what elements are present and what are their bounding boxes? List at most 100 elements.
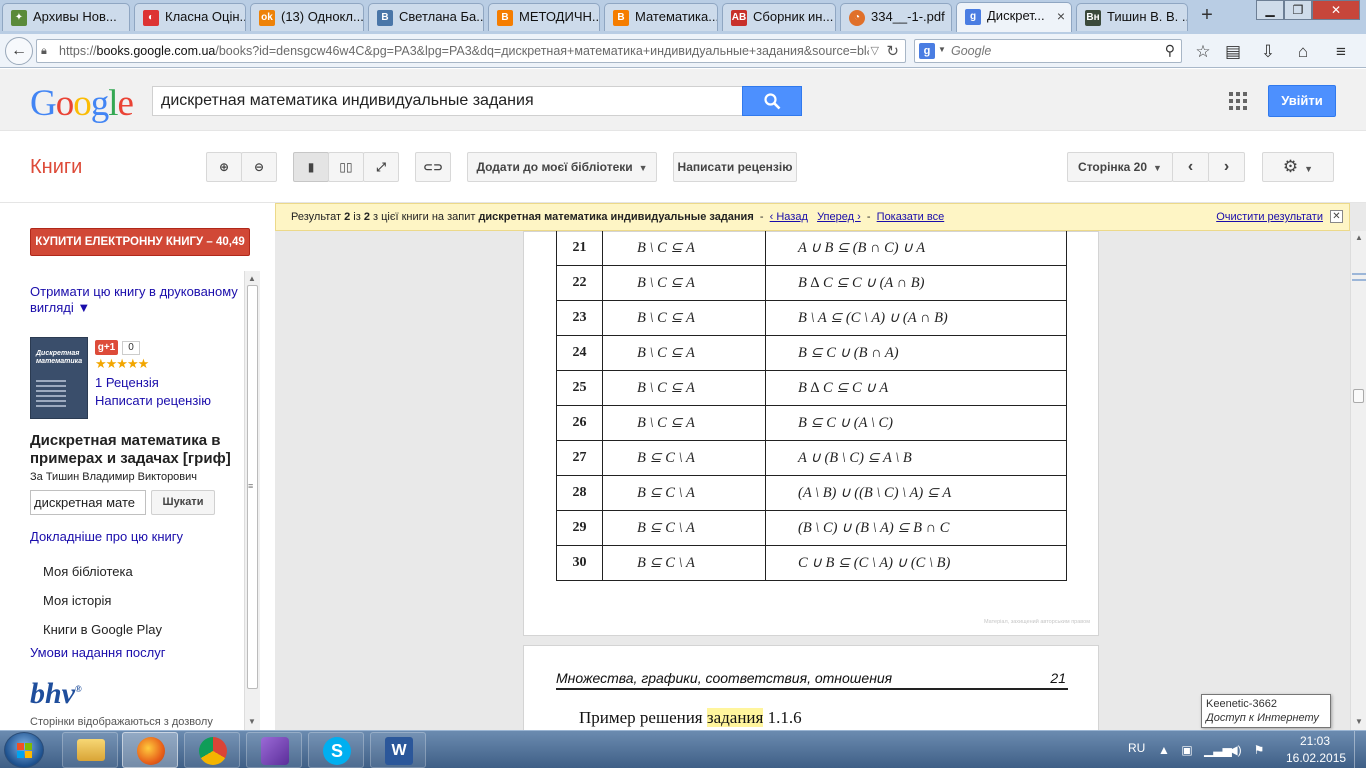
more-about-book-link[interactable]: Докладніше про цю книгу bbox=[30, 529, 183, 544]
restore-button[interactable]: ❐ bbox=[1284, 0, 1312, 20]
tab-metodich[interactable]: B МЕТОДИЧН... bbox=[488, 3, 600, 31]
dropdown-arrow-icon[interactable]: ▽ bbox=[871, 44, 879, 57]
new-tab-button[interactable]: + bbox=[1197, 4, 1217, 27]
tab-arkhivy[interactable]: ✦ Архивы Нов... bbox=[2, 3, 130, 31]
table-row: 28 B ⊆ C \ A (A \ B) ∪ ((B \ C) \ A) ⊆ A bbox=[556, 475, 1067, 511]
home-icon[interactable]: ⌂ bbox=[1292, 41, 1314, 63]
tab-sbornik[interactable]: AB Сборник ин... bbox=[722, 3, 836, 31]
show-hidden-icons-icon[interactable]: ▲ bbox=[1157, 743, 1171, 757]
reviews-link[interactable]: 1 Рецензія bbox=[95, 375, 159, 390]
next-page-button[interactable]: › bbox=[1208, 152, 1245, 182]
google-header: Google дискретная математика индивидуаль… bbox=[0, 69, 1366, 131]
apps-grid-icon[interactable] bbox=[1229, 92, 1247, 110]
start-button[interactable] bbox=[4, 732, 44, 768]
google-search-engine-icon[interactable]: g bbox=[919, 43, 935, 59]
tab-matematika[interactable]: B Математика... bbox=[604, 3, 718, 31]
google-logo[interactable]: Google bbox=[30, 82, 134, 125]
search-icon[interactable]: ⚲ bbox=[1165, 42, 1175, 59]
taskbar-skype[interactable]: S bbox=[308, 732, 364, 768]
next-result-link[interactable]: Уперед › bbox=[817, 211, 861, 223]
books-title[interactable]: Книги bbox=[30, 156, 82, 179]
scroll-down-arrow-icon[interactable]: ▼ bbox=[1355, 717, 1363, 726]
search-hit-marker bbox=[1352, 273, 1366, 281]
sidebar-scrollbar[interactable]: ▲ ≡ ▼ bbox=[244, 271, 260, 730]
google-play-books-link[interactable]: Книги в Google Play bbox=[43, 622, 162, 637]
tab-klasna[interactable]: ◐ Класна Оцін... bbox=[134, 3, 246, 31]
previous-page-button[interactable]: ‹ bbox=[1172, 152, 1209, 182]
reload-icon[interactable]: ↻ bbox=[886, 42, 899, 60]
network-signal-icon[interactable]: ▁▃▅ bbox=[1204, 743, 1232, 757]
page-select-button[interactable]: Сторінка 20 ▼ bbox=[1067, 152, 1173, 182]
tab-diskret-active[interactable]: g Дискрет... × bbox=[956, 2, 1072, 32]
viewer-scrollbar[interactable]: ▲ ▼ bbox=[1350, 231, 1366, 730]
bookmark-star-icon[interactable]: ☆ bbox=[1192, 41, 1214, 63]
zoom-in-button[interactable]: ⊕ bbox=[206, 152, 242, 182]
write-review-link[interactable]: Написати рецензію bbox=[95, 393, 211, 408]
show-desktop-button[interactable] bbox=[1354, 731, 1366, 768]
gplus-button[interactable]: g+1 bbox=[95, 340, 118, 355]
device-icon[interactable]: ▣ bbox=[1180, 743, 1194, 757]
single-page-view-button[interactable]: ▮ bbox=[293, 152, 329, 182]
scroll-down-arrow-icon[interactable]: ▼ bbox=[248, 717, 256, 726]
link-button[interactable]: ⊂⊃ bbox=[415, 152, 451, 182]
browser-search-box[interactable]: g ▼ Google ⚲ bbox=[914, 39, 1182, 63]
reading-list-icon[interactable]: ▤ bbox=[1222, 41, 1244, 63]
search-in-book-button[interactable]: Шукати bbox=[151, 490, 215, 515]
zoom-out-button[interactable]: ⊖ bbox=[241, 152, 277, 182]
signin-button[interactable]: Увійти bbox=[1268, 85, 1336, 117]
clock-time[interactable]: 21:03 bbox=[1300, 734, 1330, 748]
taskbar-visual-studio[interactable] bbox=[246, 732, 302, 768]
google-search-input[interactable]: дискретная математика индивидуальные зад… bbox=[152, 86, 744, 116]
my-library-link[interactable]: Моя бібліотека bbox=[43, 564, 133, 579]
single-page-icon: ▮ bbox=[307, 160, 315, 174]
clear-results-link[interactable]: Очистити результати bbox=[1216, 204, 1323, 230]
settings-button[interactable]: ⚙ ▼ bbox=[1262, 152, 1334, 182]
get-print-book-link[interactable]: Отримати цю книгу в друкованому вигляді … bbox=[30, 284, 242, 316]
browser-navbar: ← 🔒︎ https://books.google.com.ua/books?i… bbox=[0, 34, 1366, 68]
taskbar-explorer[interactable] bbox=[62, 732, 118, 768]
add-to-library-button[interactable]: Додати до моєї бібліотеки ▼ bbox=[467, 152, 657, 182]
minimize-button[interactable]: ▁ bbox=[1256, 0, 1284, 20]
tab-tishin[interactable]: Bн Тишин В. В. ... bbox=[1076, 3, 1188, 31]
volume-icon[interactable]: ◀) bbox=[1228, 743, 1242, 757]
scroll-up-arrow-icon[interactable]: ▲ bbox=[248, 274, 256, 283]
book-cover-image[interactable]: Дискретная математика bbox=[30, 337, 88, 419]
close-results-icon[interactable]: ✕ bbox=[1330, 210, 1343, 223]
copyright-notice: Матеріал, захищений авторським правом bbox=[984, 619, 1090, 625]
taskbar-word[interactable]: W bbox=[370, 732, 426, 768]
publisher-logo[interactable]: bhv® bbox=[30, 677, 82, 711]
two-page-view-button[interactable]: ▯▯ bbox=[328, 152, 364, 182]
buy-ebook-button[interactable]: КУПИТИ ЕЛЕКТРОННУ КНИГУ – 40,49 ₴ bbox=[30, 228, 250, 274]
row-number: 21 bbox=[556, 230, 603, 266]
tab-vk[interactable]: B Светлана Ба... bbox=[368, 3, 484, 31]
fullscreen-button[interactable]: ⤢ bbox=[363, 152, 399, 182]
address-bar[interactable]: 🔒︎ https://books.google.com.ua/books?id=… bbox=[36, 39, 906, 63]
taskbar-chrome[interactable] bbox=[184, 732, 240, 768]
write-review-button[interactable]: Написати рецензію bbox=[673, 152, 797, 182]
google-search-button[interactable] bbox=[742, 86, 802, 116]
previous-result-link[interactable]: ‹ Назад bbox=[770, 211, 808, 223]
viewer-scroll-thumb[interactable] bbox=[1353, 389, 1364, 403]
clock-date[interactable]: 16.02.2015 bbox=[1286, 751, 1346, 765]
close-window-button[interactable]: ✕ bbox=[1312, 0, 1360, 20]
show-all-results-link[interactable]: Показати все bbox=[877, 211, 945, 223]
logo-letter: e bbox=[117, 83, 134, 124]
row-number: 30 bbox=[556, 545, 603, 581]
back-button[interactable]: ← bbox=[5, 37, 33, 65]
menu-icon[interactable]: ≡ bbox=[1330, 41, 1352, 63]
download-icon[interactable]: ⇩ bbox=[1257, 41, 1279, 63]
row-number: 28 bbox=[556, 475, 603, 511]
language-indicator[interactable]: RU bbox=[1128, 741, 1145, 755]
terms-of-service-link[interactable]: Умови надання послуг bbox=[30, 645, 165, 660]
search-in-book-input[interactable]: дискретная мате bbox=[30, 490, 146, 515]
condition-cell: B ⊆ C \ A bbox=[602, 475, 766, 511]
firefox-icon bbox=[137, 737, 165, 765]
taskbar-firefox[interactable] bbox=[122, 732, 178, 768]
close-tab-icon[interactable]: × bbox=[1057, 3, 1065, 29]
tab-pdf[interactable]: ◔ 334__-1-.pdf bbox=[840, 3, 952, 31]
action-center-flag-icon[interactable]: ⚑ bbox=[1252, 743, 1266, 757]
row-number: 26 bbox=[556, 405, 603, 441]
my-history-link[interactable]: Моя історія bbox=[43, 593, 111, 608]
tab-odnoklassniki[interactable]: ok (13) Однокл... bbox=[250, 3, 364, 31]
scroll-up-arrow-icon[interactable]: ▲ bbox=[1355, 233, 1363, 242]
